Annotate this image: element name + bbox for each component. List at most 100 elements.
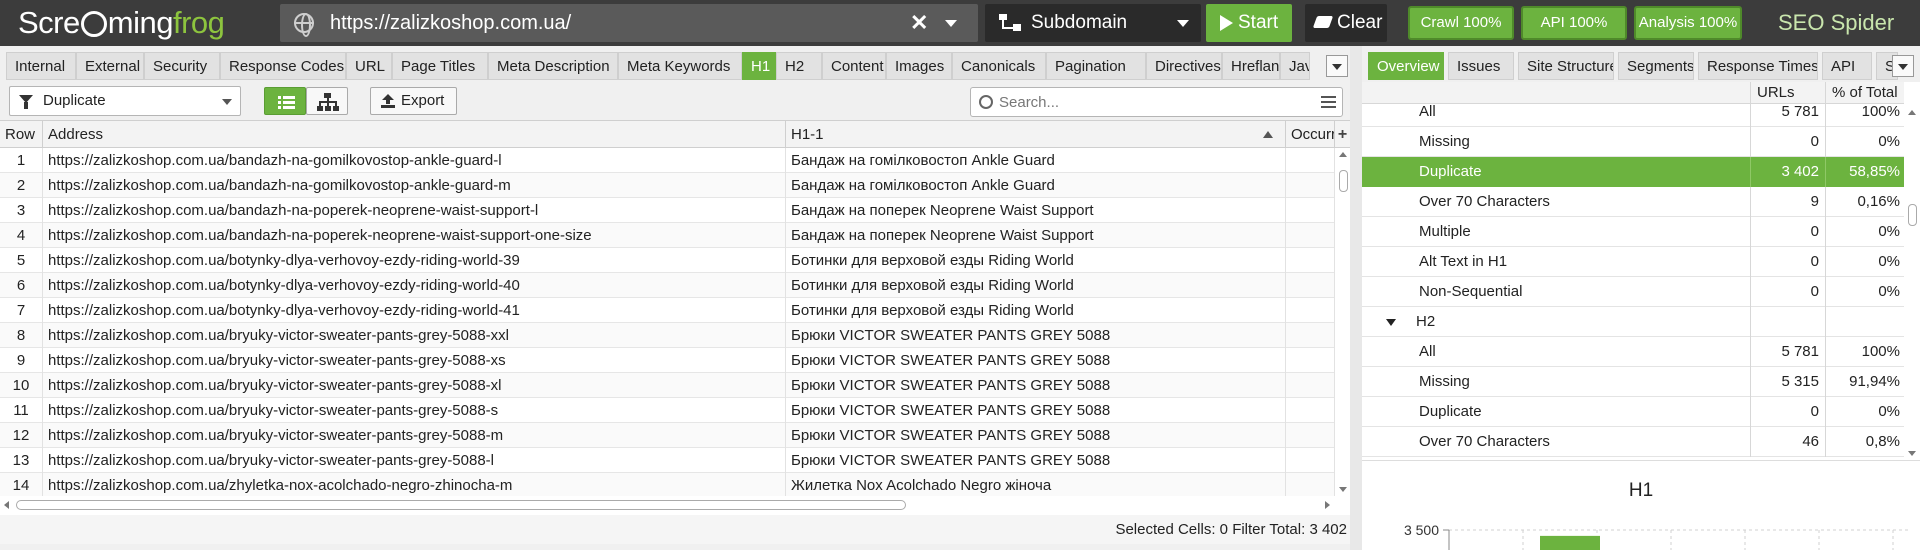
overview-row[interactable]: All 5 781 100%: [1362, 337, 1904, 367]
column-header-h1[interactable]: H1-1: [786, 121, 1286, 148]
table-row[interactable]: 1 https://zalizkoshop.com.ua/bandazh-na-g…: [0, 148, 1335, 173]
tab-hreflang[interactable]: Hreflang: [1222, 52, 1280, 80]
occurrences-cell[interactable]: [1286, 323, 1335, 348]
chart-bar-duplicate[interactable]: [1540, 535, 1600, 550]
address-cell[interactable]: https://zalizkoshop.com.ua/bandazh-na-po…: [43, 223, 786, 248]
column-header-occurrences[interactable]: Occurr: [1286, 121, 1335, 148]
table-row[interactable]: 12 https://zalizkoshop.com.ua/bryuky-vict…: [0, 423, 1335, 448]
overview-row[interactable]: Missing 0 0%: [1362, 127, 1904, 157]
occurrences-cell[interactable]: [1286, 398, 1335, 423]
overview-row[interactable]: Duplicate 3 402 58,85%: [1362, 157, 1904, 187]
row-number-cell[interactable]: 6: [0, 273, 43, 298]
overview-section-h2[interactable]: H2: [1362, 307, 1904, 337]
address-cell[interactable]: https://zalizkoshop.com.ua/bandazh-na-go…: [43, 148, 786, 173]
h1-cell[interactable]: Бандаж на гомілковостоп Ankle Guard: [786, 148, 1286, 173]
filter-select[interactable]: Duplicate: [9, 86, 241, 116]
search-box[interactable]: [970, 87, 1343, 117]
crawl-progress-badge[interactable]: Crawl 100%: [1408, 6, 1514, 40]
row-number-cell[interactable]: 8: [0, 323, 43, 348]
occurrences-cell[interactable]: [1286, 248, 1335, 273]
url-history-chevron-icon[interactable]: [945, 20, 957, 27]
scroll-thumb-horizontal[interactable]: [16, 500, 906, 510]
address-cell[interactable]: https://zalizkoshop.com.ua/botynky-dlya-…: [43, 298, 786, 323]
tab-api[interactable]: API: [1822, 52, 1872, 80]
occurrences-cell[interactable]: [1286, 223, 1335, 248]
occurrences-cell[interactable]: [1286, 448, 1335, 473]
h1-cell[interactable]: Брюки VICTOR SWEATER PANTS GREY 5088: [786, 373, 1286, 398]
address-cell[interactable]: https://zalizkoshop.com.ua/zhyletka-nox-…: [43, 473, 786, 496]
occurrences-cell[interactable]: [1286, 423, 1335, 448]
address-cell[interactable]: https://zalizkoshop.com.ua/bryuky-victor…: [43, 398, 786, 423]
scroll-right-icon[interactable]: [1325, 501, 1330, 509]
overview-row[interactable]: Alt Text in H1 0 0%: [1362, 247, 1904, 277]
occurrences-cell[interactable]: [1286, 348, 1335, 373]
address-cell[interactable]: https://zalizkoshop.com.ua/botynky-dlya-…: [43, 273, 786, 298]
table-row[interactable]: 13 https://zalizkoshop.com.ua/bryuky-vict…: [0, 448, 1335, 473]
overview-row[interactable]: Over 70 Characters 46 0,8%: [1362, 427, 1904, 457]
tab-site-structure[interactable]: Site Structure: [1518, 52, 1614, 80]
table-row[interactable]: 11 https://zalizkoshop.com.ua/bryuky-vict…: [0, 398, 1335, 423]
h1-cell[interactable]: Ботинки для верховой езды Riding World: [786, 298, 1286, 323]
tab-pagination[interactable]: Pagination: [1046, 52, 1146, 80]
row-number-cell[interactable]: 3: [0, 198, 43, 223]
table-row[interactable]: 2 https://zalizkoshop.com.ua/bandazh-na-g…: [0, 173, 1335, 198]
url-input[interactable]: https://zalizkoshop.com.ua/: [330, 4, 571, 42]
table-row[interactable]: 9 https://zalizkoshop.com.ua/bryuky-victo…: [0, 348, 1335, 373]
occurrences-cell[interactable]: [1286, 198, 1335, 223]
scroll-thumb[interactable]: [1339, 170, 1348, 192]
h1-cell[interactable]: Бандаж на гомілковостоп Ankle Guard: [786, 173, 1286, 198]
h1-cell[interactable]: Брюки VICTOR SWEATER PANTS GREY 5088: [786, 348, 1286, 373]
overview-row[interactable]: Multiple 0 0%: [1362, 217, 1904, 247]
scroll-left-icon[interactable]: [4, 501, 9, 509]
table-row[interactable]: 7 https://zalizkoshop.com.ua/botynky-dlya…: [0, 298, 1335, 323]
table-row[interactable]: 5 https://zalizkoshop.com.ua/botynky-dlya…: [0, 248, 1335, 273]
more-tabs-chevron-icon[interactable]: [1892, 55, 1914, 77]
h1-cell[interactable]: Брюки VICTOR SWEATER PANTS GREY 5088: [786, 398, 1286, 423]
start-button[interactable]: Start: [1206, 4, 1292, 42]
tab-java[interactable]: Java: [1280, 52, 1310, 80]
more-tabs-chevron-icon[interactable]: [1326, 55, 1348, 77]
grid-horizontal-scrollbar[interactable]: [0, 496, 1335, 514]
scroll-thumb[interactable]: [1908, 204, 1917, 226]
h1-cell[interactable]: Ботинки для верховой езды Riding World: [786, 273, 1286, 298]
row-number-cell[interactable]: 13: [0, 448, 43, 473]
table-row[interactable]: 3 https://zalizkoshop.com.ua/bandazh-na-p…: [0, 198, 1335, 223]
row-number-cell[interactable]: 1: [0, 148, 43, 173]
panel-splitter[interactable]: [1350, 46, 1362, 550]
h1-cell[interactable]: Бандаж на поперек Neoprene Waist Support: [786, 198, 1286, 223]
row-number-cell[interactable]: 2: [0, 173, 43, 198]
h1-cell[interactable]: Бандаж на поперек Neoprene Waist Support: [786, 223, 1286, 248]
tab-url[interactable]: URL: [346, 52, 392, 80]
search-options-icon[interactable]: [1321, 96, 1336, 108]
row-number-cell[interactable]: 12: [0, 423, 43, 448]
scroll-down-icon[interactable]: [1339, 487, 1347, 492]
occurrences-cell[interactable]: [1286, 173, 1335, 198]
row-number-cell[interactable]: 9: [0, 348, 43, 373]
overview-scrollbar[interactable]: [1904, 104, 1920, 460]
api-progress-badge[interactable]: API 100%: [1521, 6, 1627, 40]
expand-triangle-icon[interactable]: [1386, 319, 1396, 326]
address-cell[interactable]: https://zalizkoshop.com.ua/bryuky-victor…: [43, 448, 786, 473]
address-cell[interactable]: https://zalizkoshop.com.ua/bryuky-victor…: [43, 348, 786, 373]
column-header-row[interactable]: Row: [0, 121, 43, 148]
crawl-mode-select[interactable]: Subdomain: [985, 4, 1201, 42]
h1-cell[interactable]: Жилетка Nox Acolchado Negro жіноча: [786, 473, 1286, 496]
h1-cell[interactable]: Брюки VICTOR SWEATER PANTS GREY 5088: [786, 448, 1286, 473]
list-view-button[interactable]: [264, 87, 306, 115]
tab-h2[interactable]: H2: [776, 52, 822, 80]
tab-response-times[interactable]: Response Times: [1698, 52, 1818, 80]
overview-row[interactable]: Missing 5 315 91,94%: [1362, 367, 1904, 397]
tab-meta-keywords[interactable]: Meta Keywords: [618, 52, 742, 80]
table-row[interactable]: 8 https://zalizkoshop.com.ua/bryuky-victo…: [0, 323, 1335, 348]
occurrences-cell[interactable]: [1286, 298, 1335, 323]
address-cell[interactable]: https://zalizkoshop.com.ua/botynky-dlya-…: [43, 248, 786, 273]
tab-external[interactable]: External: [76, 52, 144, 80]
occurrences-cell[interactable]: [1286, 273, 1335, 298]
h1-cell[interactable]: Брюки VICTOR SWEATER PANTS GREY 5088: [786, 323, 1286, 348]
row-number-cell[interactable]: 5: [0, 248, 43, 273]
analysis-progress-badge[interactable]: Analysis 100%: [1634, 6, 1742, 40]
tab-content[interactable]: Content: [822, 52, 886, 80]
occurrences-cell[interactable]: [1286, 148, 1335, 173]
address-cell[interactable]: https://zalizkoshop.com.ua/bandazh-na-po…: [43, 198, 786, 223]
overview-row[interactable]: Duplicate 0 0%: [1362, 397, 1904, 427]
